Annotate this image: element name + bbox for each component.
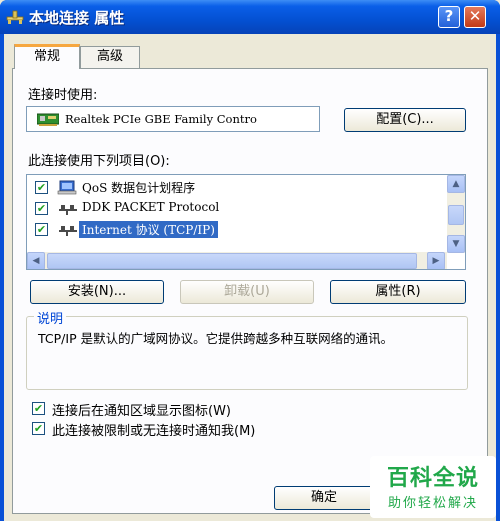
watermark-logo: 百科全说 助你轻松解决	[370, 456, 496, 518]
checkbox[interactable]: ✔	[35, 181, 48, 194]
protocol-icon	[59, 205, 77, 215]
horizontal-scroll-thumb[interactable]	[47, 253, 417, 269]
adapter-field: Realtek PCIe GBE Family Contro	[26, 106, 320, 132]
ok-button[interactable]: 确定	[274, 486, 374, 510]
install-button[interactable]: 安装(N)...	[30, 280, 164, 304]
qos-scheduler-icon	[57, 180, 77, 195]
adapter-name: Realtek PCIe GBE Family Contro	[65, 112, 257, 126]
item-label: Internet 协议 (TCP/IP)	[79, 221, 218, 238]
vertical-scroll-thumb[interactable]	[448, 205, 464, 225]
scroll-down-icon[interactable]: ▼	[447, 235, 465, 253]
scroll-right-icon[interactable]: ▶	[427, 252, 445, 269]
scroll-left-icon[interactable]: ◀	[27, 252, 45, 269]
notify-label[interactable]: 此连接被限制或无连接时通知我(M)	[52, 420, 255, 439]
network-adapter-icon	[37, 113, 59, 126]
uninstall-button[interactable]: 卸载(U)	[180, 280, 314, 304]
description-group	[26, 316, 468, 390]
close-button[interactable]: ✕	[464, 6, 486, 28]
watermark-main: 百科全说	[386, 466, 479, 491]
checkbox[interactable]: ✔	[35, 223, 48, 236]
show-icon-checkbox[interactable]: ✔	[32, 402, 45, 415]
notify-checkbox[interactable]: ✔	[32, 422, 45, 435]
title-bar[interactable]: 本地连接 属性 ? ✕	[0, 0, 500, 34]
horizontal-scrollbar[interactable]: ◀ ▶	[27, 252, 447, 269]
scroll-up-icon[interactable]: ▲	[447, 175, 465, 193]
configure-button[interactable]: 配置(C)...	[344, 108, 466, 132]
watermark-sub: 助你轻松解决	[387, 496, 478, 511]
item-label: DDK PACKET Protocol	[82, 200, 220, 214]
description-title: 说明	[34, 308, 67, 327]
vertical-scrollbar[interactable]: ▲ ▼	[447, 175, 465, 253]
components-list[interactable]: ✔ QoS 数据包计划程序 ✔ DDK PACKET Protocol ✔ In…	[26, 174, 466, 270]
tab-advanced[interactable]: 高级	[80, 46, 140, 68]
properties-button[interactable]: 属性(R)	[330, 280, 466, 304]
list-item[interactable]: ✔ QoS 数据包计划程序	[27, 177, 447, 197]
components-label: 此连接使用下列项目(O):	[28, 154, 170, 169]
list-item-selected[interactable]: ✔ Internet 协议 (TCP/IP)	[27, 219, 447, 239]
description-text: TCP/IP 是默认的广域网协议。它提供跨越多种互联网络的通讯。	[38, 331, 394, 346]
checkbox[interactable]: ✔	[35, 202, 48, 215]
connect-using-label: 连接时使用:	[28, 88, 98, 103]
show-icon-label[interactable]: 连接后在通知区域显示图标(W)	[52, 400, 231, 419]
protocol-icon	[59, 226, 77, 236]
network-connection-icon	[6, 10, 24, 24]
properties-window: 本地连接 属性 ? ✕ 常规 高级 连接时使用: Realtek PCIe GB…	[0, 0, 500, 521]
item-label: QoS 数据包计划程序	[82, 181, 196, 195]
list-item[interactable]: ✔ DDK PACKET Protocol	[27, 198, 447, 218]
help-button[interactable]: ?	[438, 6, 460, 28]
window-title: 本地连接 属性	[29, 9, 125, 27]
tab-general[interactable]: 常规	[14, 44, 80, 69]
dialog-body: 常规 高级 连接时使用: Realtek PCIe GBE Family Con…	[4, 34, 496, 521]
